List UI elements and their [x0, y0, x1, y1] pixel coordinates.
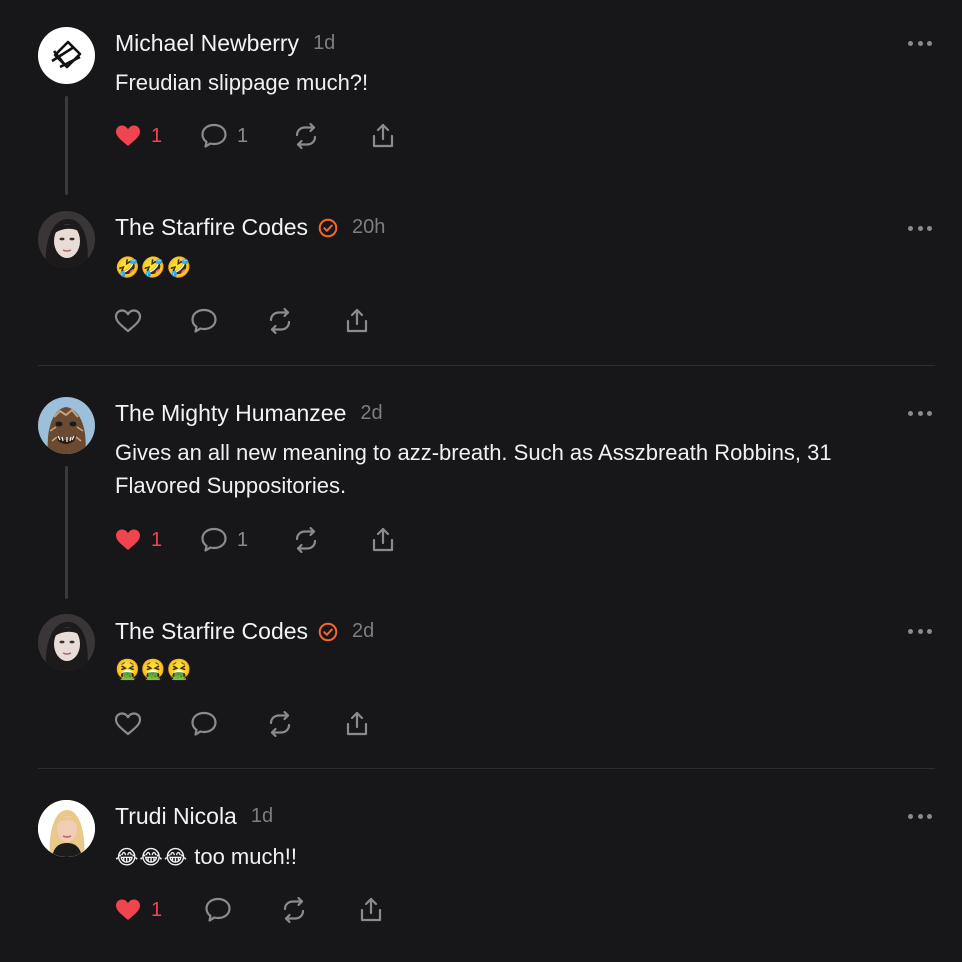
share-button[interactable]: [342, 708, 372, 740]
timestamp: 20h: [352, 216, 386, 238]
timestamp: 1d: [250, 805, 274, 827]
share-icon: [372, 123, 394, 148]
heart-outline-icon: [114, 712, 142, 736]
avatar[interactable]: [38, 614, 95, 671]
more-options-button[interactable]: [908, 812, 932, 820]
thread-line: [65, 466, 68, 599]
thread-line: [65, 96, 68, 195]
post-header: The Starfire Codes 20h: [115, 214, 385, 241]
heart-filled-icon: [116, 899, 140, 920]
author-name[interactable]: The Starfire Codes: [115, 214, 308, 241]
heart-outline-icon: [114, 309, 142, 333]
repost-icon: [283, 896, 305, 924]
creature-portrait-icon: [38, 397, 95, 454]
post-text: 😂😂😂 too much!!: [115, 840, 915, 874]
repost-button[interactable]: [279, 894, 309, 926]
like-count: 1: [151, 124, 163, 147]
share-icon: [346, 308, 368, 333]
repost-icon: [295, 122, 317, 150]
share-icon: [372, 527, 394, 552]
repost-icon: [295, 526, 317, 554]
repost-button[interactable]: [291, 120, 321, 152]
comment-icon: [191, 711, 217, 736]
reply-count: 1: [237, 124, 249, 147]
share-button[interactable]: [342, 305, 372, 337]
woman-portrait-icon: [38, 614, 95, 671]
thread-divider: [38, 768, 935, 769]
share-icon: [346, 711, 368, 736]
avatar[interactable]: [38, 211, 95, 268]
verified-badge-icon: [318, 622, 338, 641]
author-name[interactable]: The Mighty Humanzee: [115, 400, 346, 427]
reply-button[interactable]: 1: [199, 524, 248, 556]
share-button[interactable]: [356, 894, 386, 926]
abstract-logo-icon: [51, 40, 82, 69]
post-text: Gives an all new meaning to azz-breath. …: [115, 436, 915, 502]
post-text-line: Gives an all new meaning to azz-breath. …: [115, 440, 832, 465]
post-emoji: 🤣🤣🤣: [115, 255, 193, 279]
woman-portrait-icon: [38, 211, 95, 268]
comment-icon: [201, 123, 227, 148]
heart-filled-icon: [116, 529, 140, 550]
reply-count: 1: [237, 528, 249, 551]
share-icon: [360, 897, 382, 922]
reply-button[interactable]: 1: [199, 120, 248, 152]
share-button[interactable]: [368, 524, 398, 556]
reply-button[interactable]: [189, 708, 219, 740]
share-button[interactable]: [368, 120, 398, 152]
thread-divider: [38, 365, 935, 366]
comment-icon: [191, 308, 217, 333]
author-name[interactable]: Michael Newberry: [115, 30, 299, 57]
post-text: Freudian slippage much?!: [115, 70, 369, 95]
comment-icon: [205, 897, 231, 922]
heart-filled-icon: [116, 125, 140, 146]
avatar[interactable]: [38, 397, 95, 454]
post-header: Trudi Nicola 1d: [115, 803, 273, 830]
like-button[interactable]: 1: [113, 120, 162, 152]
like-button[interactable]: [113, 708, 143, 740]
blonde-woman-portrait-icon: [38, 800, 95, 857]
repost-button[interactable]: [265, 305, 295, 337]
more-options-button[interactable]: [908, 224, 932, 232]
reply-button[interactable]: [189, 305, 219, 337]
repost-icon: [269, 710, 291, 738]
repost-button[interactable]: [265, 708, 295, 740]
repost-button[interactable]: [291, 524, 321, 556]
like-button[interactable]: 1: [113, 894, 162, 926]
post-header: The Mighty Humanzee 2d: [115, 400, 383, 427]
avatar[interactable]: [38, 27, 95, 84]
like-button[interactable]: 1: [113, 524, 162, 556]
more-options-button[interactable]: [908, 39, 932, 47]
post-header: The Starfire Codes 2d: [115, 618, 374, 645]
post-emoji: 🤮🤮🤮: [115, 657, 193, 681]
repost-icon: [269, 307, 291, 335]
post-header: Michael Newberry 1d: [115, 30, 335, 57]
author-name[interactable]: The Starfire Codes: [115, 618, 308, 645]
more-options-button[interactable]: [908, 627, 932, 635]
verified-badge-icon: [318, 218, 338, 237]
reply-button[interactable]: [203, 894, 233, 926]
post-emoji: 😂😂😂: [115, 845, 189, 869]
author-name[interactable]: Trudi Nicola: [115, 803, 237, 830]
like-button[interactable]: [113, 305, 143, 337]
post-text-content: too much!!: [194, 844, 297, 869]
timestamp: 1d: [313, 32, 336, 54]
timestamp: 2d: [352, 620, 375, 642]
post-text-line: Flavored Suppositories.: [115, 473, 347, 498]
like-count: 1: [151, 898, 163, 921]
more-options-button[interactable]: [908, 409, 932, 417]
avatar[interactable]: [38, 800, 95, 857]
like-count: 1: [151, 528, 163, 551]
comment-icon: [201, 527, 227, 552]
timestamp: 2d: [360, 402, 383, 424]
